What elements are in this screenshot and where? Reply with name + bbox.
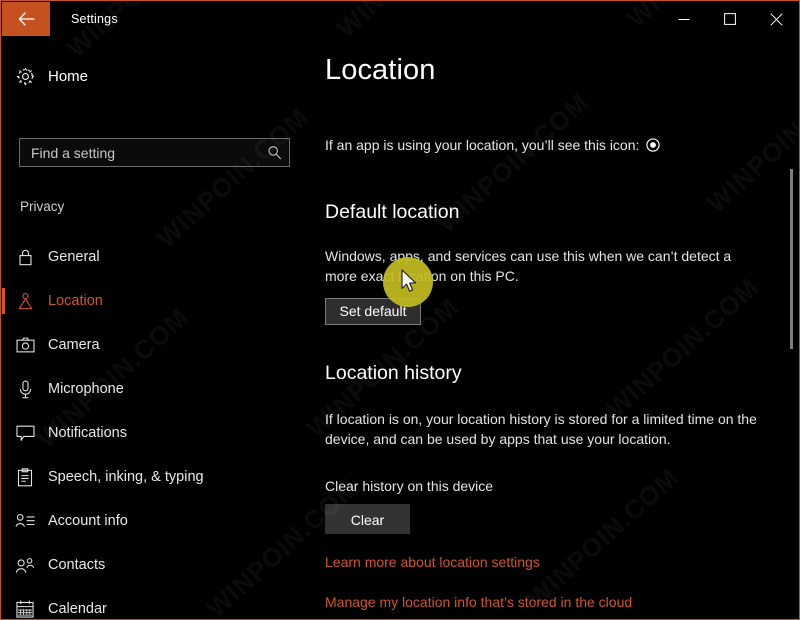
back-button[interactable] xyxy=(2,2,50,36)
default-location-description: Windows, apps, and services can use this… xyxy=(325,248,732,284)
clipboard-icon xyxy=(2,467,48,487)
minimize-button[interactable] xyxy=(661,2,707,36)
settings-window: Settings Home Find a setting Privacy Gen… xyxy=(0,0,800,620)
back-arrow-icon xyxy=(18,12,35,26)
gear-icon xyxy=(2,67,48,86)
page-title: Location xyxy=(325,54,436,86)
sidebar-item-calendar[interactable]: Calendar xyxy=(2,587,312,618)
microphone-icon xyxy=(2,380,48,399)
sidebar: Home Privacy General xyxy=(2,39,312,618)
location-history-section: Location history If location is on, your… xyxy=(325,362,765,534)
clear-history-label: Clear history on this device xyxy=(325,478,494,494)
camera-icon xyxy=(2,337,48,353)
sidebar-item-label: General xyxy=(48,249,100,265)
default-location-heading: Default location xyxy=(325,201,460,223)
sidebar-item-contacts[interactable]: Contacts xyxy=(2,543,312,587)
link-learn-more-location-settings[interactable]: Learn more about location settings xyxy=(325,554,632,570)
sidebar-home-label: Home xyxy=(48,67,89,85)
window-title: Settings xyxy=(71,12,118,26)
location-history-description: If location is on, your location history… xyxy=(325,411,757,447)
account-info-icon xyxy=(2,513,48,529)
title-bar: Settings xyxy=(1,1,799,38)
maximize-button[interactable] xyxy=(707,2,753,36)
sidebar-item-label: Calendar xyxy=(48,601,107,617)
location-intro: If an app is using your location, you’ll… xyxy=(325,137,661,153)
sidebar-nav-list: General Location Camera Microphone Notif… xyxy=(2,235,312,618)
search-input[interactable] xyxy=(20,144,259,161)
sidebar-item-label: Account info xyxy=(48,513,128,529)
sidebar-item-label: Notifications xyxy=(48,425,127,441)
clear-history-button[interactable]: Clear xyxy=(325,504,410,534)
location-history-heading: Location history xyxy=(325,362,462,384)
close-icon xyxy=(769,12,783,26)
window-controls xyxy=(661,2,799,36)
close-button[interactable] xyxy=(753,2,799,36)
location-intro-text: If an app is using your location, you’ll… xyxy=(325,137,640,153)
location-indicator-icon xyxy=(646,138,661,152)
search-icon[interactable] xyxy=(259,145,289,160)
sidebar-item-camera[interactable]: Camera xyxy=(2,323,312,367)
notification-icon xyxy=(2,425,48,442)
sidebar-item-label: Location xyxy=(48,293,103,309)
vertical-scrollbar-thumb[interactable] xyxy=(790,169,793,349)
search-box[interactable] xyxy=(19,138,290,167)
sidebar-item-label: Speech, inking, & typing xyxy=(48,469,204,485)
sidebar-item-label: Camera xyxy=(48,337,100,353)
contacts-icon xyxy=(2,557,48,574)
calendar-icon xyxy=(2,600,48,618)
minimize-icon xyxy=(678,14,690,24)
maximize-icon xyxy=(724,13,736,25)
sidebar-item-microphone[interactable]: Microphone xyxy=(2,367,312,411)
sidebar-item-speech-inking-typing[interactable]: Speech, inking, & typing xyxy=(2,455,312,499)
sidebar-item-label: Contacts xyxy=(48,557,106,573)
default-location-section: Default location Windows, apps, and serv… xyxy=(325,201,755,325)
sidebar-item-location[interactable]: Location xyxy=(2,279,312,323)
sidebar-group-label: Privacy xyxy=(20,199,65,214)
lock-icon xyxy=(2,248,48,266)
related-links: Learn more about location settings Manag… xyxy=(325,554,632,618)
main-content: Location If an app is using your locatio… xyxy=(312,39,798,618)
sidebar-item-label: Microphone xyxy=(48,381,124,397)
sidebar-item-account-info[interactable]: Account info xyxy=(2,499,312,543)
location-pin-icon xyxy=(2,292,48,311)
link-manage-location-info-cloud[interactable]: Manage my location info that’s stored in… xyxy=(325,594,632,610)
sidebar-item-notifications[interactable]: Notifications xyxy=(2,411,312,455)
sidebar-item-home[interactable]: Home xyxy=(2,59,312,93)
sidebar-item-general[interactable]: General xyxy=(2,235,312,279)
set-default-button[interactable]: Set default xyxy=(325,298,421,325)
